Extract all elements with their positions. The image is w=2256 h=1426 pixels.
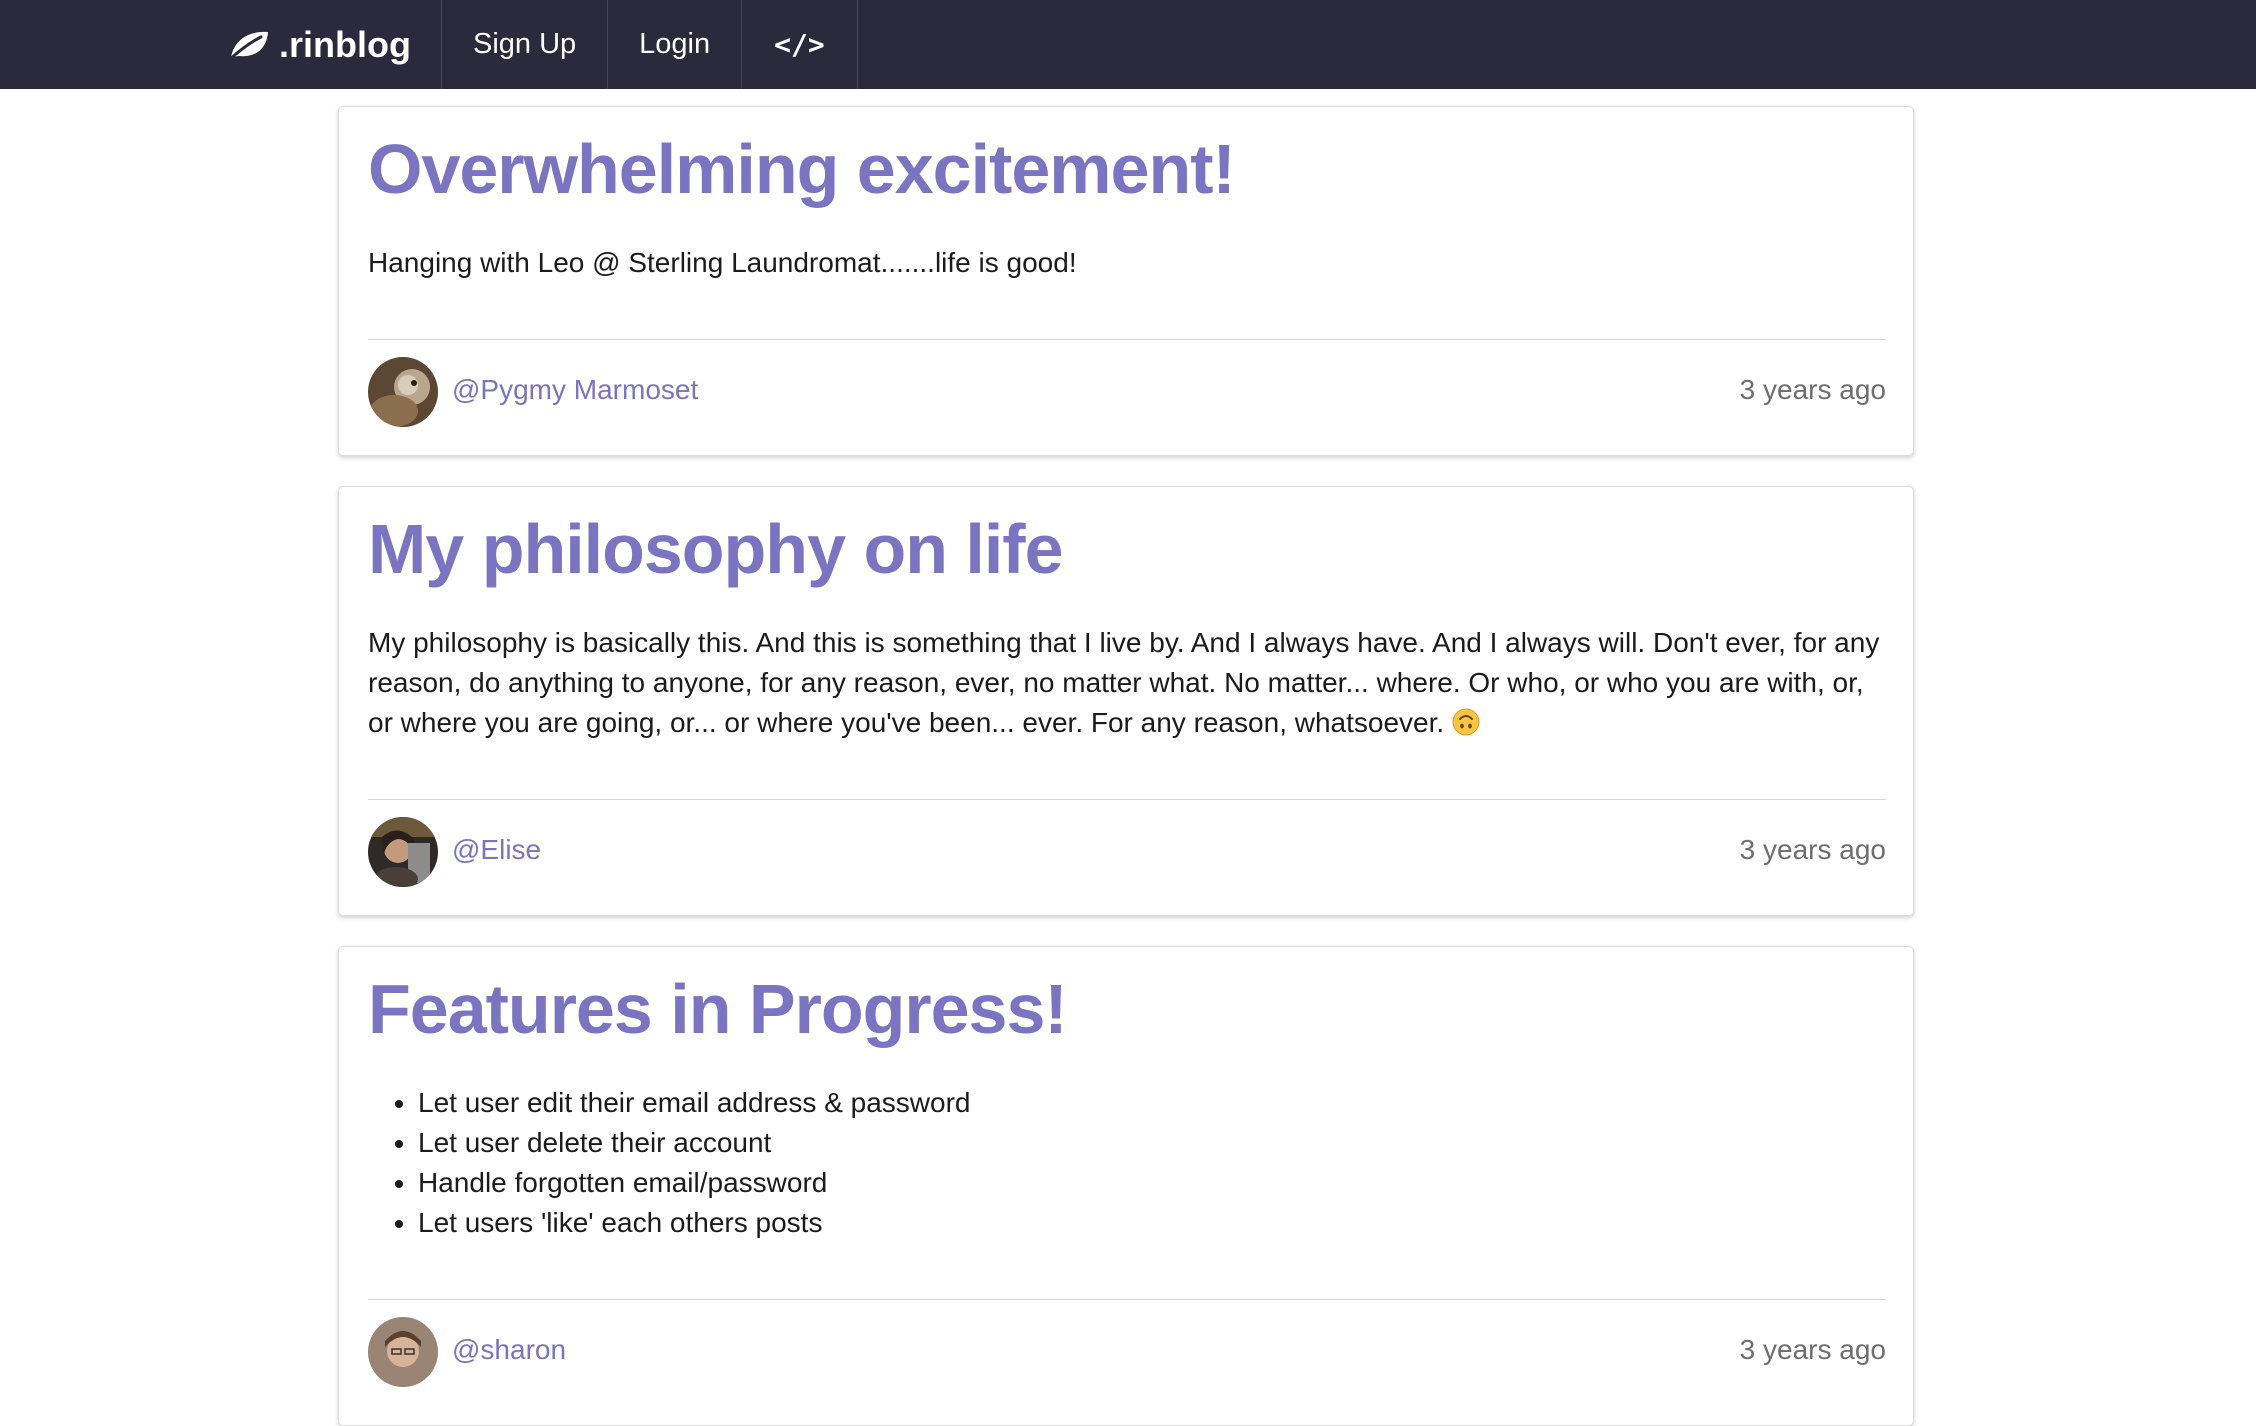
post-title[interactable]: Overwhelming excitement! — [368, 129, 1236, 209]
post-title[interactable]: My philosophy on life — [368, 509, 1064, 589]
post-divider — [368, 799, 1886, 800]
post-footer: @Pygmy Marmoset 3 years ago — [368, 357, 1886, 429]
post-footer: @sharon 3 years ago — [368, 1317, 1886, 1389]
top-navbar: .rinblog Sign Up Login </> — [0, 0, 2256, 89]
list-item: Let user edit their email address & pass… — [418, 1083, 1888, 1123]
post-divider — [368, 1299, 1886, 1300]
source-code-link[interactable]: </> — [742, 0, 858, 89]
nav-login-link[interactable]: Login — [608, 0, 743, 89]
post-timestamp: 3 years ago — [1739, 1334, 1886, 1365]
leaf-icon — [227, 31, 268, 61]
avatar[interactable] — [368, 1317, 438, 1387]
author-link[interactable]: @Pygmy Marmoset — [452, 374, 698, 406]
post-title[interactable]: Features in Progress! — [368, 969, 1068, 1049]
post-timestamp: 3 years ago — [1739, 374, 1886, 405]
nav-inner: .rinblog Sign Up Login </> — [215, 0, 858, 89]
avatar[interactable] — [368, 817, 438, 887]
upside-down-face-icon — [1452, 707, 1480, 747]
post-timestamp: 3 years ago — [1739, 834, 1886, 865]
author-link[interactable]: @Elise — [452, 834, 541, 866]
post-body: My philosophy is basically this. And thi… — [368, 623, 1888, 747]
post-body-text: My philosophy is basically this. And thi… — [368, 627, 1880, 738]
list-item: Let user delete their account — [418, 1123, 1888, 1163]
author-link[interactable]: @sharon — [452, 1334, 566, 1366]
post-body: Let user edit their email address & pass… — [368, 1083, 1888, 1243]
post-footer: @Elise 3 years ago — [368, 817, 1886, 889]
avatar[interactable] — [368, 357, 438, 427]
post-card: Features in Progress! Let user edit thei… — [338, 946, 1914, 1426]
list-item: Handle forgotten email/password — [418, 1163, 1888, 1203]
list-item: Let users 'like' each others posts — [418, 1203, 1888, 1243]
post-divider — [368, 339, 1886, 340]
brand-name: .rinblog — [279, 23, 411, 65]
nav-signup-link[interactable]: Sign Up — [442, 0, 609, 89]
brand-link[interactable]: .rinblog — [215, 0, 442, 89]
feature-list: Let user edit their email address & pass… — [368, 1083, 1888, 1243]
post-card: My philosophy on life My philosophy is b… — [338, 486, 1914, 916]
post-body: Hanging with Leo @ Sterling Laundromat..… — [368, 247, 1077, 278]
post-card: Overwhelming excitement! Hanging with Le… — [338, 106, 1914, 456]
